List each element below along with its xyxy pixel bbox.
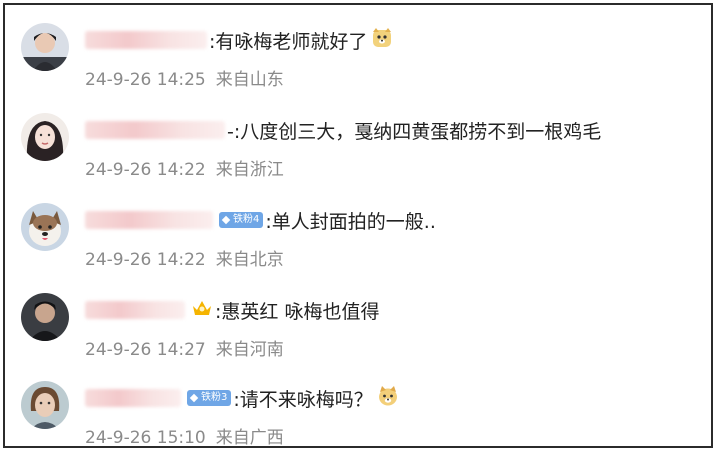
comment-meta: 24-9-26 14:22 来自浙江 xyxy=(85,155,284,180)
comment-list: :有咏梅老师就好了 24-9-26 14:25 来自山东 -:八度创三大，戛纳四… xyxy=(3,3,713,448)
comment-header: :惠英红 咏梅也值得 xyxy=(85,296,379,324)
comment-header: -:八度创三大，戛纳四黄蛋都捞不到一根鸡毛 xyxy=(85,116,601,144)
username-blurred[interactable] xyxy=(85,301,185,319)
fan-badge-label: 铁粉4 xyxy=(233,214,260,225)
comment-header: 铁粉4 :单人封面拍的一般.. xyxy=(85,206,436,234)
comment-text: :有咏梅老师就好了 xyxy=(209,30,368,53)
comment-text: :惠英红 咏梅也值得 xyxy=(215,300,380,323)
comment-location: 来自河南 xyxy=(215,340,284,360)
diamond-icon xyxy=(221,215,231,225)
comment-text: :单人封面拍的一般.. xyxy=(265,210,436,233)
comment-meta: 24-9-26 15:10 来自广西 xyxy=(85,423,284,448)
comment-date: 24-9-26 14:22 xyxy=(85,160,206,180)
comment-item: -:八度创三大，戛纳四黄蛋都捞不到一根鸡毛 24-9-26 14:22 来自浙江 xyxy=(5,99,711,189)
comment-meta: 24-9-26 14:27 来自河南 xyxy=(85,335,284,360)
comment-item: 铁粉4 :单人封面拍的一般.. 24-9-26 14:22 来自北京 xyxy=(5,189,711,279)
comment-location: 来自山东 xyxy=(215,70,284,90)
crown-icon xyxy=(191,298,213,322)
username-blurred[interactable] xyxy=(85,211,213,229)
fan-badge[interactable]: 铁粉3 xyxy=(187,390,232,406)
avatar[interactable] xyxy=(21,293,69,341)
comment-header: 铁粉3 :请不来咏梅吗？ xyxy=(85,384,399,412)
doge-emoji-icon xyxy=(377,385,399,411)
avatar[interactable] xyxy=(21,203,69,251)
avatar[interactable] xyxy=(21,113,69,161)
comment-item: 铁粉3 :请不来咏梅吗？ 24-9-26 15:10 来自广西 xyxy=(5,367,711,457)
comment-meta: 24-9-26 14:22 来自北京 xyxy=(85,245,284,270)
comment-item: :有咏梅老师就好了 24-9-26 14:25 来自山东 xyxy=(5,9,711,99)
comment-location: 来自北京 xyxy=(215,250,284,270)
fan-badge[interactable]: 铁粉4 xyxy=(219,212,264,228)
comment-date: 24-9-26 14:22 xyxy=(85,250,206,270)
dog-emoji-icon xyxy=(371,27,393,53)
username-blurred[interactable] xyxy=(85,389,181,407)
comment-meta: 24-9-26 14:25 来自山东 xyxy=(85,65,284,90)
comment-text: :请不来咏梅吗？ xyxy=(233,388,373,411)
comment-date: 24-9-26 15:10 xyxy=(85,428,206,448)
comment-text: -:八度创三大，戛纳四黄蛋都捞不到一根鸡毛 xyxy=(227,120,602,143)
comment-header: :有咏梅老师就好了 xyxy=(85,26,393,54)
username-blurred[interactable] xyxy=(85,121,225,139)
comment-date: 24-9-26 14:27 xyxy=(85,340,206,360)
username-blurred[interactable] xyxy=(85,31,207,49)
comment-location: 来自广西 xyxy=(215,428,284,448)
fan-badge-label: 铁粉3 xyxy=(201,392,228,403)
diamond-icon xyxy=(189,393,199,403)
comment-date: 24-9-26 14:25 xyxy=(85,70,206,90)
avatar[interactable] xyxy=(21,23,69,71)
avatar[interactable] xyxy=(21,381,69,429)
comment-item: :惠英红 咏梅也值得 24-9-26 14:27 来自河南 xyxy=(5,279,711,369)
comment-location: 来自浙江 xyxy=(215,160,284,180)
